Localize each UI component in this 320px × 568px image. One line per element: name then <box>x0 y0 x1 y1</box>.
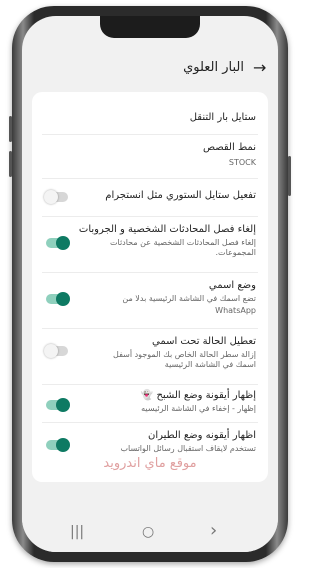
toggle-switch[interactable] <box>46 292 70 306</box>
toggle-knob <box>44 190 58 204</box>
divider <box>42 384 258 385</box>
setting-instagram-story[interactable]: تفعيل ستايل الستوري مثل انستجرام <box>32 184 268 210</box>
camera-notch <box>100 16 200 38</box>
setting-subtitle: إظهار - إخفاء في الشاشة الرئيسيه <box>141 404 256 413</box>
setting-disable-status[interactable]: تعطيل الحالة تحت اسمي إزالة سطر الحالة ا… <box>32 332 268 382</box>
toggle-switch[interactable] <box>46 438 70 452</box>
home-icon[interactable]: ○ <box>142 524 154 540</box>
divider <box>42 328 258 329</box>
settings-list: ستايل بار التنقل نمط القصص STOCK تفعيل س… <box>32 92 268 482</box>
setting-value: STOCK <box>228 158 256 167</box>
setting-my-name[interactable]: وضع اسمي تضع اسمك في الشاشة الرئيسية بدل… <box>32 276 268 326</box>
setting-title: اظهار أيقونه وضع الطيران <box>147 430 256 441</box>
setting-subtitle: إزالة سطر الحالة الخاص بك الموجود أسفل ا… <box>113 350 256 369</box>
arrow-back-icon[interactable]: ← <box>253 58 266 77</box>
setting-title: إظهار أيقونة وضع الشبح 👻 <box>140 390 256 401</box>
setting-title: ستايل بار التنقل <box>189 112 256 123</box>
divider <box>42 178 258 179</box>
app-header: ← البار العلوي <box>22 54 278 86</box>
setting-subtitle-app: WhatsApp <box>215 306 256 315</box>
recent-apps-icon[interactable]: ||| <box>70 524 84 540</box>
watermark: موقع ماي اندرويد <box>103 456 197 471</box>
setting-nav-bar-style[interactable]: ستايل بار التنقل <box>32 100 268 130</box>
page-title: البار العلوي <box>183 60 244 75</box>
divider <box>42 134 258 135</box>
setting-title: تفعيل ستايل الستوري مثل انستجرام <box>105 190 256 201</box>
toggle-knob <box>56 438 70 452</box>
toggle-knob <box>56 398 70 412</box>
setting-subtitle: تضع اسمك في الشاشة الرئيسية بدلا من <box>122 294 256 303</box>
back-icon[interactable]: › <box>210 520 217 541</box>
setting-story-style[interactable]: نمط القصص STOCK <box>32 136 268 174</box>
toggle-knob <box>44 344 58 358</box>
divider <box>42 422 258 423</box>
android-nav-bar: ||| ○ › <box>22 516 278 552</box>
toggle-switch[interactable] <box>46 236 70 250</box>
toggle-switch[interactable] <box>44 190 68 204</box>
power-button <box>288 156 291 196</box>
setting-title: تعطيل الحالة تحت اسمي <box>151 336 256 347</box>
phone-screen: ← البار العلوي ستايل بار التنقل نمط القص… <box>22 16 278 552</box>
setting-subtitle: تستخدم لايقاف استقبال رسائل الواتساب <box>120 444 256 453</box>
toggle-knob <box>56 236 70 250</box>
divider <box>42 216 258 217</box>
setting-title: وضع اسمي <box>208 280 256 291</box>
volume-button <box>9 116 12 142</box>
setting-title: نمط القصص <box>202 142 256 153</box>
toggle-switch[interactable] <box>44 344 68 358</box>
toggle-switch[interactable] <box>46 398 70 412</box>
volume-button <box>9 151 12 177</box>
setting-ghost-icon[interactable]: إظهار أيقونة وضع الشبح 👻 إظهار - إخفاء ف… <box>32 386 268 422</box>
toggle-knob <box>56 292 70 306</box>
setting-title: إلغاء فصل المحادثات الشخصية و الجروبات <box>78 224 256 235</box>
setting-subtitle: إلغاء فصل المحادثات الشخصية عن محادثات ا… <box>109 238 256 257</box>
setting-unseparate-chats[interactable]: إلغاء فصل المحادثات الشخصية و الجروبات إ… <box>32 220 268 270</box>
divider <box>42 272 258 273</box>
